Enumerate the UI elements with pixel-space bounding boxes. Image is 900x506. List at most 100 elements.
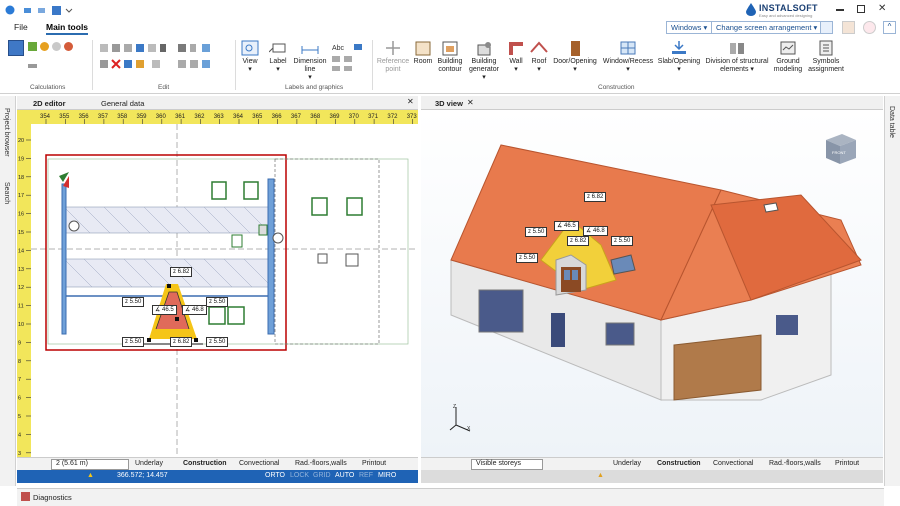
menu-main-tools[interactable]: Main tools: [46, 22, 89, 35]
calc-small-icon[interactable]: [28, 64, 37, 68]
ruler-left-label: 6: [18, 396, 21, 402]
3d-label-z682[interactable]: z 6.82: [567, 236, 590, 246]
collapse-ribbon-button[interactable]: ^: [883, 21, 896, 34]
edit-tools-icons[interactable]: [98, 40, 228, 80]
room-button[interactable]: Room: [412, 40, 434, 66]
instalsoft-logo-icon: [745, 3, 757, 16]
3d-view-canvas[interactable]: FRONT z 6.82 ∡ 46.5 ∡ 46.8 z 5.50 z 6.82…: [421, 110, 883, 457]
wall-button[interactable]: Wall ▾: [505, 40, 527, 74]
tab-rad-floors-walls[interactable]: Rad.-floors,walls: [295, 460, 347, 467]
title-bar: INSTALSOFT Easy and advanced designing ✕: [0, 0, 900, 20]
3d-label-angle-468[interactable]: ∡ 46.8: [583, 226, 608, 236]
tab-3d-underlay[interactable]: Underlay: [613, 460, 641, 467]
reference-point-button[interactable]: Reference point: [376, 40, 410, 74]
layers-icon[interactable]: [842, 21, 855, 34]
tab-construction[interactable]: Construction: [183, 460, 227, 467]
mode-auto[interactable]: AUTO: [335, 472, 354, 479]
reference-point-icon: [384, 40, 402, 56]
symbols-assignment-button[interactable]: Symbols assignment: [806, 40, 846, 74]
tab-3d-view[interactable]: 3D view: [435, 99, 463, 108]
view-cube[interactable]: FRONT: [820, 130, 860, 166]
dim-label-z550-bottom-left[interactable]: z 5.50: [122, 337, 145, 347]
warning-icon[interactable]: ▲: [87, 472, 94, 479]
3d-label-z550-a[interactable]: z 5.50: [525, 227, 548, 237]
search-tab[interactable]: Search: [3, 182, 10, 204]
calc-orange-icon[interactable]: [40, 42, 49, 51]
view-button[interactable]: View ▾: [240, 40, 260, 74]
tab-3d-convectional[interactable]: Convectional: [713, 460, 753, 467]
tab-general-data[interactable]: General data: [101, 99, 144, 108]
roof-button[interactable]: Roof ▾: [528, 40, 550, 74]
tab-3d-rad-floors-walls[interactable]: Rad.-floors,walls: [769, 460, 821, 467]
3d-label-angle-465[interactable]: ∡ 46.5: [554, 221, 579, 231]
mode-lock[interactable]: LOCK: [290, 472, 309, 479]
tab-3d-construction[interactable]: Construction: [657, 460, 701, 467]
ruler-top-label: 361: [175, 114, 186, 120]
tab-printout[interactable]: Printout: [362, 460, 386, 467]
storey-select[interactable]: 2 (5.61 m): [51, 459, 129, 470]
3d-warning-icon[interactable]: ▲: [597, 472, 604, 479]
screen-arrangement-dropdown[interactable]: Change screen arrangement ▾: [711, 21, 823, 34]
ruler-top-label: 369: [330, 114, 341, 120]
menu-file[interactable]: File: [14, 22, 28, 32]
diagnostics-tab[interactable]: Diagnostics: [33, 493, 72, 502]
data-table-tab[interactable]: Data table: [888, 106, 895, 138]
restore-button[interactable]: [857, 5, 865, 13]
building-generator-button[interactable]: Building generator ▾: [466, 40, 502, 82]
visible-storeys-select[interactable]: Visible storeys: [471, 459, 543, 470]
mode-ref[interactable]: REF: [359, 472, 373, 479]
dimension-line-button[interactable]: Dimension line ▾: [292, 40, 328, 82]
building-contour-button[interactable]: Building contour: [435, 40, 465, 74]
mode-grid[interactable]: GRID: [313, 472, 331, 479]
dim-label-z550-bottom-right[interactable]: z 5.50: [206, 337, 229, 347]
ruler-left-label: 9: [18, 340, 21, 346]
building-contour-icon: [441, 40, 459, 56]
ruler-left-label: 15: [18, 230, 24, 236]
label-button[interactable]: Label ▾: [266, 40, 290, 74]
help-icon[interactable]: [863, 21, 876, 34]
tab-2d-editor[interactable]: 2D editor: [33, 99, 66, 108]
ruler-top-label: 363: [214, 114, 225, 120]
ruler-left-label: 5: [18, 414, 21, 420]
project-browser-tab[interactable]: Project browser: [3, 108, 10, 157]
calc-grey-icon[interactable]: [52, 42, 61, 51]
dim-label-z550-right[interactable]: z 5.50: [206, 297, 229, 307]
calc-red-icon[interactable]: [64, 42, 73, 51]
division-structural-button[interactable]: Division of structural elements ▾: [703, 40, 771, 74]
ruler-left-label: 17: [18, 193, 24, 199]
ruler-left: 20 19 18 17 16 15 14 13 12 11 10 9 8 7 6 5 4 3: [17, 124, 31, 457]
dim-label-angle-468[interactable]: ∡ 46.8: [182, 305, 207, 315]
door-opening-button[interactable]: Door/Opening ▾: [552, 40, 598, 74]
minimize-button[interactable]: [836, 9, 844, 11]
slab-opening-button[interactable]: Slab/Opening ▾: [656, 40, 702, 74]
text-format-icons[interactable]: Abc: [332, 42, 370, 72]
quick-access-toolbar[interactable]: [4, 4, 74, 16]
calculator-icon[interactable]: [8, 40, 24, 56]
calc-green-icon[interactable]: [28, 42, 37, 51]
dim-label-z682-top[interactable]: z 6.82: [170, 267, 193, 277]
window-recess-button[interactable]: Window/Recess ▾: [602, 40, 654, 74]
ruler-top-label: 356: [79, 114, 90, 120]
tab-underlay[interactable]: Underlay: [135, 460, 163, 467]
ruler-top-label: 357: [98, 114, 109, 120]
dim-label-z550-left[interactable]: z 5.50: [122, 297, 145, 307]
brand-name: INSTALSOFT: [759, 3, 818, 13]
mode-miro[interactable]: MIRO: [378, 472, 396, 479]
2d-drawing-canvas[interactable]: z 6.82 z 5.50 z 5.50 ∡ 46.5 ∡ 46.8 z 5.5…: [31, 124, 418, 457]
mode-orto[interactable]: ORTO: [265, 472, 285, 479]
ground-modeling-button[interactable]: Ground modeling: [771, 40, 805, 74]
dim-label-z682-bottom[interactable]: z 6.82: [170, 337, 193, 347]
ruler-top-label: 373: [407, 114, 418, 120]
3d-label-z550-b[interactable]: z 5.50: [611, 236, 634, 246]
3d-label-z550-c[interactable]: z 5.50: [516, 253, 539, 263]
ground-icon: [779, 40, 797, 56]
close-editor-icon[interactable]: ✕: [407, 97, 414, 106]
close-button[interactable]: ✕: [878, 3, 886, 14]
windows-dropdown[interactable]: Windows ▾: [666, 21, 713, 34]
tab-3d-printout[interactable]: Printout: [835, 460, 859, 467]
close-3d-icon[interactable]: ✕: [467, 98, 474, 107]
3d-label-z682-top[interactable]: z 6.82: [584, 192, 607, 202]
dim-label-angle-465[interactable]: ∡ 46.5: [152, 305, 177, 315]
monitor-icon[interactable]: [820, 21, 833, 34]
tab-convectional[interactable]: Convectional: [239, 460, 279, 467]
